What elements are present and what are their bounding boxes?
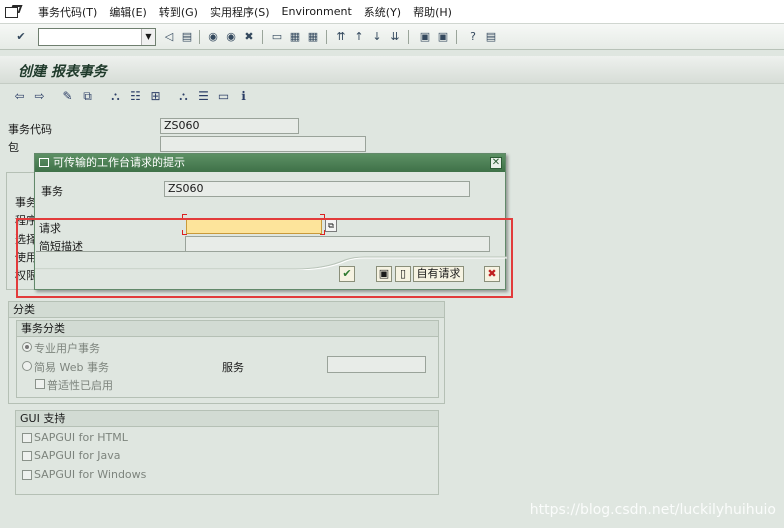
display-object-list-icon[interactable]: ☷ [128,89,143,104]
dialog-transaction-field: ZS060 [164,181,470,197]
help-icon[interactable]: ? [466,30,480,44]
gui-support-title: GUI 支持 [16,411,438,427]
system-toolbar: ✔ ▼ ◁ ▤ ◉ ◉ ✖ ▭ ▦ ▦ ⇈ ↑ ↓ ⇊ ▣ ▣ ? ▤ [0,24,784,50]
find-next-icon[interactable]: ▦ [306,30,320,44]
enter-check-icon[interactable]: ✔ [14,30,28,44]
dialog-transaction-label: 事务 [41,185,63,198]
checkbox-pervasive[interactable] [35,379,45,389]
focus-corner [182,230,187,235]
radio-easy-web-label: 简易 Web 事务 [34,361,109,374]
confirm-check-icon[interactable]: ✔ [339,266,355,282]
request-input[interactable] [186,218,322,234]
dialog-window-icon [39,158,49,167]
menu-system[interactable]: 系统(Y) [364,4,401,20]
checkbox-pervasive-label: 普适性已启用 [47,379,113,392]
own-requests-button[interactable]: 自有请求 [413,266,464,282]
menu-transaction[interactable]: 事务代码(T) [38,4,97,20]
checkbox-sapgui-html[interactable] [22,433,32,443]
menu-help[interactable]: 帮助(H) [413,4,452,20]
command-dropdown-icon[interactable]: ▼ [141,29,155,45]
menu-utilities[interactable]: 实用程序(S) [210,4,270,20]
collapse-left-icon[interactable]: ◁ [162,30,176,44]
display-change-icon[interactable]: ✎ [60,89,75,104]
watermark: https://blog.csdn.net/luckilyhuihuio [529,502,776,518]
application-toolbar: ⇦ ⇨ ✎ ⧉ ⛬ ☷ ⊞ ⛬ ☰ ▭ ℹ [0,84,784,110]
service-field[interactable] [327,356,426,373]
first-page-icon[interactable]: ⇈ [334,30,348,44]
dialog-close-icon[interactable]: ✕ [490,157,502,169]
package-label: 包 [8,141,19,154]
classification-title: 分类 [9,302,444,318]
title-bar: 创建 报表事务 [0,56,784,84]
menu-goto[interactable]: 转到(G) [159,4,198,20]
exit-icon[interactable]: ◉ [224,30,238,44]
dialog-title: 可传输的工作台请求的提示 [53,156,185,169]
menu-bar: 事务代码(T) 编辑(E) 转到(G) 实用程序(S) Environment … [0,0,784,24]
focus-corner [182,214,187,219]
last-page-icon[interactable]: ⇊ [388,30,402,44]
short-desc-underline [36,251,186,252]
cancel-x-icon[interactable]: ✖ [484,266,500,282]
new-document-icon[interactable]: ▯ [395,266,411,282]
command-field[interactable]: ▼ [38,28,156,46]
checkbox-sapgui-html-label: SAPGUI for HTML [34,431,128,444]
hierarchy-icon[interactable]: ⛬ [108,89,123,104]
print-icon[interactable]: ▭ [270,30,284,44]
tree-icon[interactable]: ⛬ [176,89,191,104]
new-session-icon[interactable]: ▣ [418,30,432,44]
service-label: 服务 [222,361,244,374]
checkbox-sapgui-windows[interactable] [22,470,32,480]
window-icon[interactable]: ▭ [216,89,231,104]
radio-professional-user[interactable] [22,342,32,352]
page-title: 创建 报表事务 [18,64,107,80]
back-icon[interactable]: ◉ [206,30,220,44]
other-object-icon[interactable]: ⧉ [80,89,95,104]
shortcut-icon[interactable]: ▣ [436,30,450,44]
previous-page-icon[interactable]: ↑ [352,30,366,44]
navigation-icon[interactable]: ⊞ [148,89,163,104]
sap-menu-logo-icon[interactable] [4,5,22,19]
next-page-icon[interactable]: ↓ [370,30,384,44]
find-icon[interactable]: ▦ [288,30,302,44]
save-icon[interactable]: ▤ [180,30,194,44]
dialog-request-label: 请求 [39,222,61,235]
arrow-left-icon[interactable]: ⇦ [12,89,27,104]
radio-easy-web[interactable] [22,361,32,371]
value-help-icon[interactable]: ⧉ [325,219,337,232]
dialog-title-bar: 可传输的工作台请求的提示 ✕ [35,154,505,172]
checkbox-sapgui-windows-label: SAPGUI for Windows [34,468,147,481]
short-description-field[interactable] [185,236,490,252]
transaction-type-title: 事务分类 [17,321,438,337]
cancel-icon[interactable]: ✖ [242,30,256,44]
info-icon[interactable]: ℹ [236,89,251,104]
package-field[interactable] [160,136,366,152]
menu-environment[interactable]: Environment [282,5,352,18]
tcode-label: 事务代码 [8,123,52,136]
stack-icon[interactable]: ☰ [196,89,211,104]
radio-professional-user-label: 专业用户事务 [34,342,100,355]
menu-edit[interactable]: 编辑(E) [109,4,147,20]
arrow-right-icon[interactable]: ⇨ [32,89,47,104]
layout-menu-icon[interactable]: ▤ [484,30,498,44]
checkbox-sapgui-java-label: SAPGUI for Java [34,449,121,462]
tcode-field[interactable]: ZS060 [160,118,299,134]
create-request-icon[interactable]: ▣ [376,266,392,282]
checkbox-sapgui-java[interactable] [22,451,32,461]
